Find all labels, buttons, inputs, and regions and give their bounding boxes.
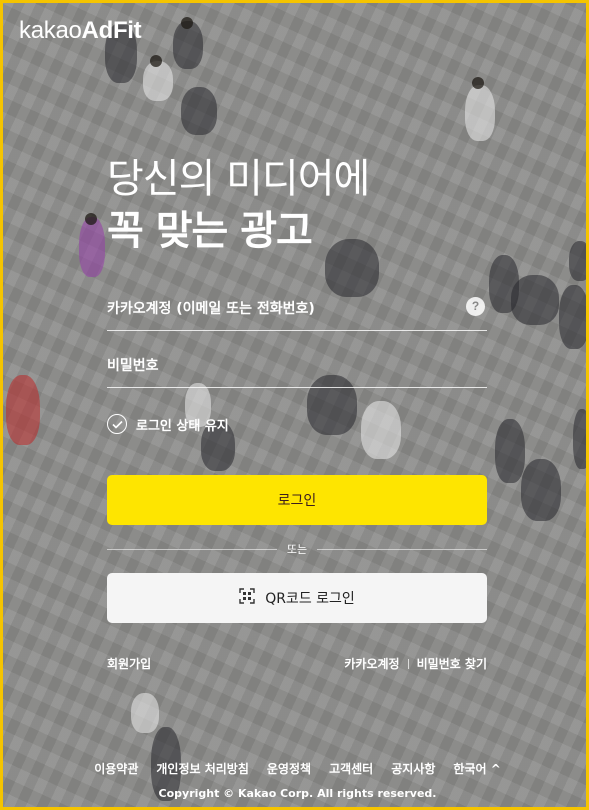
find-account-link[interactable]: 카카오계정 <box>344 655 399 672</box>
help-icon[interactable]: ? <box>466 297 485 316</box>
pedestrian-figure <box>495 419 525 483</box>
footer-privacy-link[interactable]: 개인정보 처리방침 <box>156 760 249 777</box>
password-input[interactable] <box>107 344 487 387</box>
headline-line-1: 당신의 미디어에 <box>107 156 370 202</box>
qr-login-button[interactable]: QR코드 로그인 <box>107 573 487 623</box>
hero-headline: 당신의 미디어에 꼭 맞는 광고 <box>107 153 370 257</box>
find-password-link[interactable]: 비밀번호 찾기 <box>417 655 487 672</box>
pedestrian-figure <box>573 409 586 469</box>
footer-policy-link[interactable]: 운영정책 <box>267 760 311 777</box>
kakao-adfit-logo[interactable]: kakaoAdFit <box>19 17 142 45</box>
keep-login-label: 로그인 상태 유지 <box>136 418 229 434</box>
divider-line <box>107 548 277 550</box>
pedestrian-head <box>150 55 162 67</box>
login-button[interactable]: 로그인 <box>107 475 487 525</box>
pedestrian-head <box>181 17 193 29</box>
pedestrian-head <box>472 77 484 89</box>
pedestrian-figure <box>143 61 173 101</box>
pedestrian-figure <box>79 217 105 277</box>
pedestrian-figure <box>569 241 586 281</box>
copyright: Copyright © Kakao Corp. All rights reser… <box>3 787 586 800</box>
check-circle-icon[interactable] <box>107 414 127 434</box>
pedestrian-figure <box>511 275 559 325</box>
link-separator <box>407 658 409 669</box>
footer-nav: 이용약관 개인정보 처리방침 운영정책 고객센터 공지사항 한국어 ^ <box>3 760 586 777</box>
copyright-suffix: All rights reserved. <box>317 787 437 800</box>
account-field: ? <box>107 287 487 331</box>
pedestrian-figure <box>181 87 217 135</box>
or-divider: 또는 <box>107 541 487 557</box>
background-photo <box>3 3 586 807</box>
language-selector[interactable]: 한국어 ^ <box>453 760 500 777</box>
divider-line <box>317 548 487 550</box>
pedestrian-figure <box>361 401 401 459</box>
account-input[interactable] <box>107 287 487 330</box>
footer-terms-link[interactable]: 이용약관 <box>94 760 138 777</box>
footer-support-link[interactable]: 고객센터 <box>329 760 373 777</box>
pedestrian-figure <box>465 85 495 141</box>
account-links: 회원가입 카카오계정 비밀번호 찾기 <box>107 655 487 672</box>
logo-prefix: kakao <box>19 17 82 44</box>
footer-notice-link[interactable]: 공지사항 <box>391 760 435 777</box>
find-links: 카카오계정 비밀번호 찾기 <box>344 655 487 672</box>
qr-login-label: QR코드 로그인 <box>265 591 355 607</box>
copyright-prefix: Copyright © <box>158 787 235 800</box>
keep-login-toggle[interactable]: 로그인 상태 유지 <box>107 414 229 434</box>
headline-line-2: 꼭 맞는 광고 <box>107 208 313 254</box>
pedestrian-head <box>85 213 97 225</box>
or-text: 또는 <box>286 543 308 556</box>
pedestrian-figure <box>559 285 586 349</box>
logo-suffix: AdFit <box>81 17 142 44</box>
pedestrian-figure <box>131 693 159 733</box>
password-field <box>107 344 487 388</box>
qr-code-icon <box>239 588 255 608</box>
signup-link[interactable]: 회원가입 <box>107 655 151 672</box>
pedestrian-figure <box>6 375 40 445</box>
page-frame: kakaoAdFit 당신의 미디어에 꼭 맞는 광고 ? 로그인 상태 유지 … <box>0 0 589 810</box>
pedestrian-figure <box>521 459 561 521</box>
copyright-company: Kakao Corp. <box>238 787 314 800</box>
